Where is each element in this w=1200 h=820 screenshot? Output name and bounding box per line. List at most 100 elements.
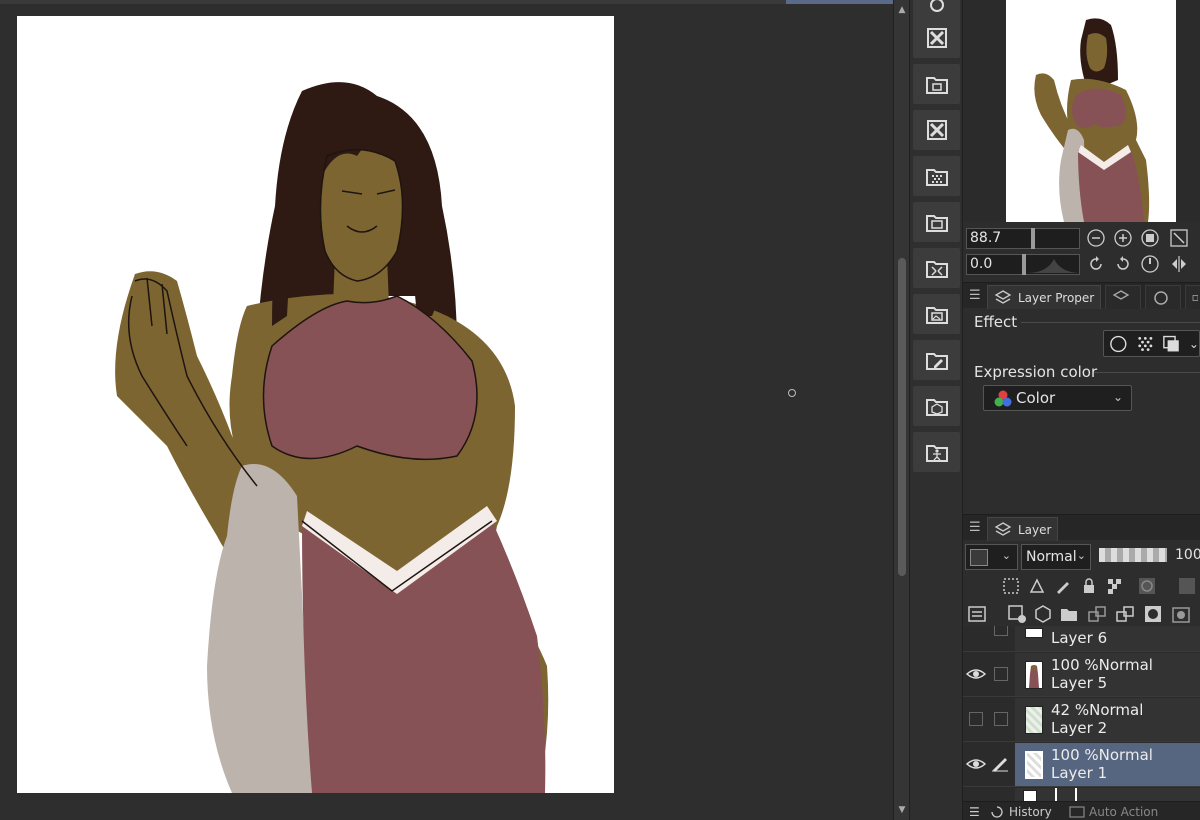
tab-color[interactable]: [1145, 285, 1181, 309]
rotate-left-button[interactable]: [1086, 254, 1106, 274]
zoom-slider-knob[interactable]: [1031, 228, 1035, 249]
edit-pencil-icon: [925, 353, 948, 370]
opacity-slider[interactable]: [1099, 548, 1167, 562]
tab-history[interactable]: History: [1009, 805, 1052, 819]
eye-icon[interactable]: [965, 754, 987, 774]
artwork-illustration: [115, 82, 549, 793]
tab-layer[interactable]: Layer: [987, 517, 1059, 541]
apply-mask-icon[interactable]: [1171, 604, 1191, 624]
rotation-value: 0.0: [970, 256, 993, 272]
fit-to-window-button[interactable]: [1169, 228, 1189, 248]
layer-row[interactable]: 42 %Normal Layer 2: [963, 697, 1200, 742]
blend-mode-value: Normal: [1026, 549, 1077, 565]
reference-layer-icon[interactable]: [1027, 576, 1047, 596]
color-circles-icon: [994, 390, 1012, 407]
3d-folder-button[interactable]: [913, 386, 960, 426]
layer-row-selected[interactable]: 100 %Normal Layer 1: [963, 742, 1200, 787]
folder-frame-button[interactable]: [913, 64, 960, 104]
clear-x-icon: [926, 28, 947, 48]
new-vector-layer-icon[interactable]: [1033, 604, 1053, 624]
layer-property-icon: [994, 289, 1012, 304]
layer-thumbnail: [1025, 751, 1043, 779]
canvas-area[interactable]: [0, 0, 893, 820]
new-folder-icon[interactable]: [1059, 604, 1079, 624]
canvas-vertical-scrollbar[interactable]: ▲ ▼: [893, 0, 909, 820]
chevron-down-icon: ⌄: [1076, 549, 1086, 562]
layer-list[interactable]: Layer 6 100 %Normal Layer 5 42 %Normal L…: [963, 626, 1200, 801]
layer-body[interactable]: [1015, 788, 1200, 801]
layer-lock-checkbox[interactable]: [994, 626, 1008, 636]
layer-body[interactable]: 100 %Normal Layer 1: [1015, 743, 1200, 786]
actual-size-button[interactable]: [1140, 228, 1160, 248]
blend-mode-select[interactable]: Normal ⌄: [1021, 544, 1091, 570]
edit-folder-button[interactable]: [913, 340, 960, 380]
tab-layer-search[interactable]: [1105, 285, 1141, 309]
figure-folder-button[interactable]: [913, 432, 960, 472]
layer-lock-checkbox[interactable]: [994, 712, 1008, 726]
layer-list-icon[interactable]: [967, 604, 987, 624]
scroll-up-icon[interactable]: ▲: [894, 2, 910, 18]
expand-arrows-icon: [925, 261, 948, 278]
combine-layer-icon[interactable]: [1115, 604, 1135, 624]
scroll-down-icon[interactable]: ▼: [894, 802, 910, 818]
rotation-slider[interactable]: 0.0: [966, 254, 1081, 275]
ruler-range-icon[interactable]: [1177, 576, 1197, 596]
scrollbar-thumb[interactable]: [898, 258, 906, 576]
navigator-panel: [963, 0, 1200, 222]
layer-panel-menu-icon[interactable]: ☰: [969, 520, 981, 535]
clip-lower-layer-icon[interactable]: [1001, 576, 1021, 596]
property-panel-menu-icon[interactable]: ☰: [969, 288, 981, 303]
layer-body[interactable]: 100 %Normal Layer 5: [1015, 653, 1200, 696]
layer-visibility-checkbox[interactable]: [969, 712, 983, 726]
drawing-canvas[interactable]: [17, 16, 614, 793]
expression-color-select[interactable]: Color ⌄: [983, 385, 1132, 411]
rotation-slider-knob[interactable]: [1022, 254, 1026, 275]
bottom-panel-menu-icon[interactable]: ☰: [969, 805, 980, 819]
flip-horizontal-button[interactable]: [1169, 254, 1189, 274]
layer-lock-checkbox[interactable]: [994, 667, 1008, 681]
layer-row[interactable]: Layer 6: [963, 626, 1200, 652]
tab-auto-action[interactable]: Auto Action: [1089, 805, 1158, 819]
layer-options-row: [963, 572, 1200, 600]
effect-label: Effect: [974, 313, 1018, 331]
layout-folder-button[interactable]: [913, 202, 960, 242]
lock-transparent-icon[interactable]: [1105, 576, 1125, 596]
tone-folder-button[interactable]: [913, 156, 960, 196]
delete-outside-button[interactable]: [913, 110, 960, 150]
border-effect-icon[interactable]: [1109, 334, 1128, 354]
zoom-in-button[interactable]: [1113, 228, 1133, 248]
navigator-preview[interactable]: [1006, 0, 1176, 222]
layer-color-effect-icon[interactable]: [1162, 334, 1181, 354]
effect-more-chevron-icon[interactable]: ⌄: [1189, 337, 1199, 351]
tab-layer-property[interactable]: Layer Proper: [987, 285, 1102, 309]
tone-folder-icon: [925, 169, 948, 186]
zoom-out-button[interactable]: [1086, 228, 1106, 248]
command-button-top[interactable]: [913, 0, 960, 20]
expand-folder-button[interactable]: [913, 248, 960, 288]
layer-row[interactable]: [963, 787, 1200, 801]
reset-rotation-button[interactable]: [1140, 254, 1160, 274]
layer-body[interactable]: 42 %Normal Layer 2: [1015, 698, 1200, 741]
create-mask-icon[interactable]: [1143, 604, 1163, 624]
tab-more[interactable]: [1185, 285, 1200, 309]
right-panel: 88.7 0.0 ☰ Layer Proper Effect ⌄ Express…: [963, 0, 1200, 820]
layer-row[interactable]: 100 %Normal Layer 5: [963, 652, 1200, 697]
eye-icon[interactable]: [965, 664, 987, 684]
clear-selection-button[interactable]: [913, 18, 960, 58]
zoom-slider[interactable]: 88.7: [966, 228, 1080, 249]
chevron-down-icon: ⌄: [1001, 549, 1011, 562]
zoom-out-icon: [1087, 229, 1105, 247]
layer-body[interactable]: Layer 6: [1015, 626, 1200, 651]
new-raster-layer-icon[interactable]: [1007, 604, 1027, 624]
rotate-right-button[interactable]: [1113, 254, 1133, 274]
layer-tab-bar: ☰ Layer: [963, 514, 1200, 541]
layer-color-swatch[interactable]: ⌄: [965, 544, 1018, 570]
tone-effect-icon[interactable]: [1136, 334, 1155, 354]
mask-enable-icon[interactable]: [1137, 576, 1157, 596]
lock-layer-icon[interactable]: [1079, 576, 1099, 596]
draft-layer-icon[interactable]: [1053, 576, 1073, 596]
layout-folder-icon: [925, 215, 948, 232]
image-folder-button[interactable]: [913, 294, 960, 334]
expression-color-value: Color: [1016, 389, 1056, 407]
transfer-layer-icon[interactable]: [1087, 604, 1107, 624]
